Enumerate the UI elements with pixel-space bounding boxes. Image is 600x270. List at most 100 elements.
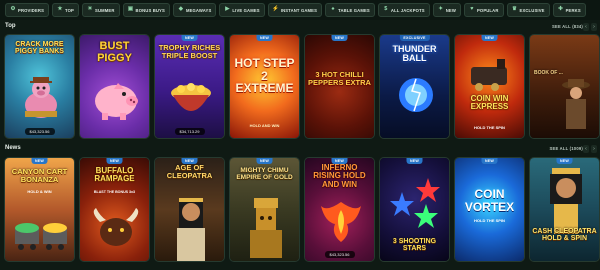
- game-subtitle: HOLD & WIN: [27, 189, 52, 194]
- live-icon: ▶: [225, 6, 230, 13]
- game-title: TROPHY RICHES TRIPLE BOOST: [158, 43, 221, 60]
- game-title: CASH CLEOPATRA HOLD & SPIN: [532, 228, 597, 243]
- game-tile[interactable]: NEW CANYON CART BONANZA HOLD & WIN: [4, 157, 75, 262]
- plasma-ball-image: [399, 78, 433, 112]
- filter-label: PERKS: [565, 7, 581, 13]
- game-subtitle: HOLD AND WIN: [249, 123, 280, 128]
- filter-popular[interactable]: ♥ POPULAR: [463, 3, 504, 17]
- popular-icon: ♥: [470, 6, 474, 13]
- see-all-link[interactable]: SEE ALL (834): [552, 24, 583, 29]
- next-arrow-icon[interactable]: ›: [591, 145, 597, 153]
- mine-carts-image: [15, 223, 67, 250]
- filter-label: MEGAWAYS: [185, 7, 212, 13]
- filter-label: LIVE GAMES: [232, 7, 260, 13]
- providers-icon: ⚙: [10, 6, 16, 13]
- new-badge: NEW: [406, 158, 423, 164]
- golden-idol-image: [250, 198, 282, 258]
- filter-bonus-buys[interactable]: ▣ BONUS BUYS: [122, 3, 170, 17]
- jackpot-amount: $34,713.29: [174, 128, 205, 135]
- filter-exclusive[interactable]: ♛ EXCLUSIVE: [506, 3, 550, 17]
- cart-icon: ▣: [127, 6, 134, 13]
- game-tile[interactable]: NEW COIN WIN EXPRESS HOLD THE SPIN: [454, 34, 525, 139]
- game-tile[interactable]: NEW 3 SHOOTING STARS: [379, 157, 450, 262]
- new-badge: NEW: [331, 35, 348, 41]
- new-badge: NEW: [556, 158, 573, 164]
- new-badge: NEW: [331, 158, 348, 164]
- buffalo-image: [93, 208, 139, 246]
- filter-label: INSTANT GAMES: [280, 7, 318, 13]
- game-tile[interactable]: NEW 3 HOT CHILLI PEPPERS EXTRA: [304, 34, 375, 139]
- game-title: COIN VORTEX: [464, 187, 515, 214]
- next-arrow-icon[interactable]: ›: [591, 23, 597, 31]
- game-tile[interactable]: NEW TROPHY RICHES TRIPLE BOOST $34,713.2…: [154, 34, 225, 139]
- carousel-arrows: ‹ ›: [583, 145, 597, 153]
- game-tile[interactable]: CRACK MORE PIGGY BANKS $43,323.56: [4, 34, 75, 139]
- sun-icon: ☀: [87, 6, 93, 13]
- filter-providers[interactable]: ⚙ PROVIDERS: [5, 3, 50, 17]
- prev-arrow-icon[interactable]: ‹: [583, 145, 589, 153]
- carousel-arrows: ‹ ›: [583, 23, 597, 31]
- game-title: CANYON CART BONANZA: [11, 167, 68, 184]
- new-badge: NEW: [106, 158, 123, 164]
- game-tile[interactable]: NEW AGE OF CLEOPATRA: [154, 157, 225, 262]
- game-subtitle: HOLD THE SPIN: [474, 218, 505, 223]
- category-filter-bar: ⚙ PROVIDERS ★ TOP ☀ SUMMER ▣ BONUS BUYS ◆ MEG…: [0, 0, 600, 20]
- jackpot-amount: $43,323.56: [24, 128, 55, 135]
- game-tile[interactable]: BOOK OF ...: [529, 34, 600, 139]
- game-subtitle: BLAST THE BONUS 3x3: [93, 190, 136, 194]
- filter-megaways[interactable]: ◆ MEGAWAYS: [172, 3, 217, 17]
- game-tile[interactable]: NEW HOT STEP 2 EXTREME HOLD AND WIN: [229, 34, 300, 139]
- game-tile[interactable]: NEW MIGHTY CHIMU EMPIRE OF GOLD: [229, 157, 300, 262]
- stars-image: [390, 178, 440, 228]
- new-badge: NEW: [31, 158, 48, 164]
- filter-label: TOP: [65, 7, 74, 13]
- star-icon: ★: [57, 6, 63, 13]
- game-tile[interactable]: NEW CASH CLEOPATRA HOLD & SPIN: [529, 157, 600, 262]
- game-tile[interactable]: EXCLUSIVE THUNDER BALL: [379, 34, 450, 139]
- prev-arrow-icon[interactable]: ‹: [583, 23, 589, 31]
- section-title: News: [5, 145, 21, 151]
- piggy-bank-image: [95, 83, 138, 120]
- filter-label: EXCLUSIVE: [519, 7, 545, 13]
- exclusive-badge: EXCLUSIVE: [399, 35, 430, 41]
- filter-new[interactable]: ✦ NEW: [432, 3, 461, 17]
- filter-label: POPULAR: [476, 7, 499, 13]
- game-title: BUFFALO RAMPAGE: [94, 166, 135, 184]
- game-tile[interactable]: NEW INFERNO RISING HOLD AND WIN $43,323.…: [304, 157, 375, 262]
- game-title: CRACK MORE PIGGY BANKS: [15, 41, 64, 56]
- game-title: BUST PIGGY: [97, 40, 132, 64]
- game-subtitle: HOLD THE SPIN: [474, 125, 505, 130]
- perks-icon: ✚: [558, 6, 563, 13]
- game-tile[interactable]: BUST PIGGY: [79, 34, 150, 139]
- game-title: BOOK OF ...: [534, 70, 563, 76]
- filter-top[interactable]: ★ TOP: [52, 3, 79, 17]
- filter-summer[interactable]: ☀ SUMMER: [82, 3, 120, 17]
- phoenix-image: [321, 202, 361, 242]
- new-badge: NEW: [481, 35, 498, 41]
- game-title: THUNDER BALL: [392, 44, 437, 64]
- filter-label: NEW: [445, 7, 456, 13]
- train-image: [471, 59, 507, 91]
- trophy-cauldron-image: [171, 83, 211, 111]
- game-title: HOT STEP 2 EXTREME: [234, 56, 295, 96]
- game-tile[interactable]: NEW BUFFALO RAMPAGE BLAST THE BONUS 3x3: [79, 157, 150, 262]
- filter-label: TABLE GAMES: [338, 7, 370, 13]
- filter-label: BONUS BUYS: [135, 7, 165, 13]
- section-header-top: Top SEE ALL (834) ‹ ›: [0, 22, 600, 33]
- filter-live-games[interactable]: ▶ LIVE GAMES: [219, 3, 265, 17]
- filter-table-games[interactable]: ♠ TABLE GAMES: [325, 3, 375, 17]
- megaways-icon: ◆: [178, 6, 184, 13]
- filter-label: SUMMER: [95, 7, 115, 13]
- explorer-character-image: [562, 79, 590, 129]
- game-tile[interactable]: NEW COIN VORTEX HOLD THE SPIN: [454, 157, 525, 262]
- game-title: 3 SHOOTING STARS: [392, 238, 437, 253]
- game-title: MIGHTY CHIMU EMPIRE OF GOLD: [236, 167, 293, 181]
- game-title: AGE OF CLEOPATRA: [166, 163, 213, 180]
- filter-perks[interactable]: ✚ PERKS: [552, 3, 586, 17]
- filter-all-jackpots[interactable]: $ ALL JACKPOTS: [377, 3, 430, 17]
- filter-label: PROVIDERS: [18, 7, 45, 13]
- filter-instant-games[interactable]: ⚡ INSTANT GAMES: [267, 3, 323, 17]
- see-all-link[interactable]: SEE ALL (1009): [549, 146, 583, 151]
- new-badge: NEW: [481, 158, 498, 164]
- new-badge: NEW: [256, 158, 273, 164]
